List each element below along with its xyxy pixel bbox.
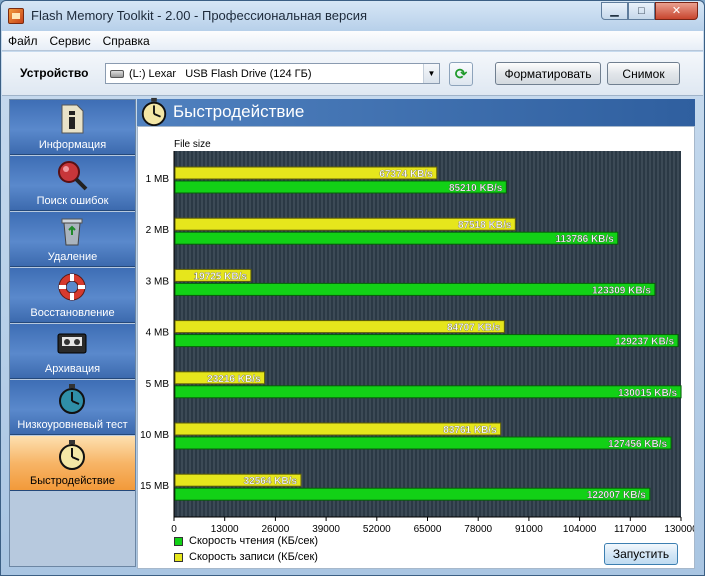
window-controls: ▁ □ ✕: [601, 2, 698, 20]
maximize-icon: □: [638, 4, 645, 17]
app-window: Flash Memory Toolkit - 2.00 - Профессион…: [0, 0, 705, 576]
category-label: 10 MB: [140, 430, 169, 441]
write-bar-label: 67374 KB/s: [379, 169, 433, 180]
sidebar-item-archive[interactable]: Архивация: [10, 324, 135, 379]
read-bar: [174, 436, 672, 450]
y-axis-label: File size: [174, 139, 211, 150]
write-bar-label: 19725 KB/s: [194, 271, 248, 282]
sidebar-item-delete[interactable]: Удаление: [10, 212, 135, 267]
usb-drive-icon: [110, 69, 124, 78]
read-bar-label: 85210 KB/s: [449, 183, 503, 194]
menu-file[interactable]: Файл: [8, 34, 38, 48]
x-tick-label: 91000: [515, 524, 543, 535]
x-tick-label: 104000: [563, 524, 597, 535]
sidebar-item-label: Восстановление: [30, 307, 115, 319]
category-label: 15 MB: [140, 481, 169, 492]
read-bar: [174, 231, 619, 245]
stopwatch-icon: [59, 384, 85, 414]
main-content: Быстродействие File size 0 13000 26000 39000…: [137, 97, 695, 569]
sidebar-item-label: Низкоуровневый тест: [17, 419, 128, 431]
sidebar: Информация Поиск ошибок Удаление Восстан…: [9, 99, 136, 567]
benchmark-panel: File size 0 13000 26000 39000 52000 65000 78000…: [137, 126, 695, 569]
sidebar-item-label: Информация: [38, 139, 107, 151]
lifebuoy-icon: [58, 273, 86, 301]
x-tick-label: 130000: [664, 524, 694, 535]
x-tick-label: 65000: [414, 524, 442, 535]
close-button[interactable]: ✕: [655, 2, 698, 20]
legend-write-label: Скорость записи (КБ/сек): [189, 551, 318, 563]
app-icon: [8, 8, 24, 24]
read-bar-label: 123309 KB/s: [592, 285, 651, 296]
x-tick-label: 78000: [464, 524, 492, 535]
device-select[interactable]: (L:) Lexar USB Flash Drive (124 ГБ) ▼: [105, 63, 440, 84]
read-bar: [174, 385, 682, 399]
menu-help[interactable]: Справка: [103, 34, 150, 48]
x-tick-label: 39000: [312, 524, 340, 535]
format-button[interactable]: Форматировать: [495, 62, 601, 85]
stopwatch-icon: [141, 97, 167, 127]
chevron-down-icon[interactable]: ▼: [423, 64, 439, 83]
sidebar-item-low-level-test[interactable]: Низкоуровневый тест: [10, 380, 135, 435]
tape-icon: [57, 333, 87, 354]
sidebar-item-label: Архивация: [44, 363, 101, 375]
category-label: 1 MB: [146, 174, 170, 185]
legend-read: Скорость чтения (КБ/сек): [174, 535, 318, 547]
menu-bar: Файл Сервис Справка: [2, 31, 703, 51]
sidebar-item-label: Удаление: [47, 251, 98, 263]
write-bar-label: 84707 KB/s: [447, 323, 501, 334]
sidebar-item-performance[interactable]: Быстродействие: [10, 436, 135, 491]
magnifier-icon: [58, 161, 88, 191]
read-bar: [174, 282, 656, 296]
info-icon: [61, 104, 84, 134]
section-header: Быстродействие: [137, 97, 695, 127]
close-icon: ✕: [671, 4, 682, 17]
read-bar-label: 113786 KB/s: [555, 234, 614, 245]
x-tick-label: 13000: [211, 524, 239, 535]
x-tick-label: 117000: [614, 524, 647, 535]
refresh-icon: ⟳: [454, 66, 468, 83]
legend-write-swatch: [174, 552, 183, 562]
title-bar[interactable]: Flash Memory Toolkit - 2.00 - Профессион…: [1, 1, 704, 31]
run-button[interactable]: Запустить: [604, 543, 678, 565]
sidebar-item-recovery[interactable]: Восстановление: [10, 268, 135, 323]
x-tick-label: 26000: [261, 524, 289, 535]
x-tick-label: 0: [171, 524, 177, 535]
read-bar-label: 127456 KB/s: [608, 439, 667, 450]
snapshot-button[interactable]: Снимок: [607, 62, 680, 85]
category-label: 3 MB: [146, 276, 170, 287]
write-bar-label: 23216 KB/s: [207, 374, 261, 385]
device-label: Устройство: [20, 66, 89, 80]
write-bar-label: 83761 KB/s: [443, 425, 497, 436]
write-bar-label: 87518 KB/s: [458, 220, 512, 231]
device-select-value: (L:) Lexar USB Flash Drive (124 ГБ): [129, 67, 312, 80]
minimize-button[interactable]: ▁: [601, 2, 628, 20]
read-bar-label: 122007 KB/s: [587, 490, 646, 501]
legend-read-label: Скорость чтения (КБ/сек): [189, 535, 318, 547]
maximize-button[interactable]: □: [628, 2, 655, 20]
read-bar: [174, 334, 679, 348]
read-bar-label: 130015 KB/s: [618, 388, 677, 399]
x-tick-label: 52000: [363, 524, 391, 535]
category-label: 5 MB: [146, 379, 170, 390]
speed-chart: File size 0 13000 26000 39000 52000 65000 78000…: [140, 139, 694, 535]
read-bar: [174, 487, 651, 501]
legend-read-swatch: [174, 536, 183, 546]
recycle-bin-icon: [61, 218, 83, 246]
page-title: Быстродействие: [173, 102, 305, 121]
write-bar-label: 32564 KB/s: [244, 476, 298, 487]
device-toolbar: Устройство (L:) Lexar USB Flash Drive (1…: [2, 52, 703, 96]
category-label: 4 MB: [146, 328, 170, 339]
menu-service[interactable]: Сервис: [50, 34, 91, 48]
sidebar-item-error-scan[interactable]: Поиск ошибок: [10, 156, 135, 211]
read-bar-label: 129237 KB/s: [615, 337, 674, 348]
refresh-devices-button[interactable]: ⟳: [449, 62, 473, 86]
sidebar-item-label: Быстродействие: [30, 475, 115, 487]
window-title: Flash Memory Toolkit - 2.00 - Профессион…: [31, 8, 368, 23]
category-label: 2 MB: [146, 225, 170, 236]
minimize-icon: ▁: [610, 4, 619, 17]
legend-write: Скорость записи (КБ/сек): [174, 551, 318, 563]
stopwatch-icon: [59, 440, 85, 470]
sidebar-item-label: Поиск ошибок: [36, 195, 109, 207]
sidebar-item-information[interactable]: Информация: [10, 100, 135, 155]
